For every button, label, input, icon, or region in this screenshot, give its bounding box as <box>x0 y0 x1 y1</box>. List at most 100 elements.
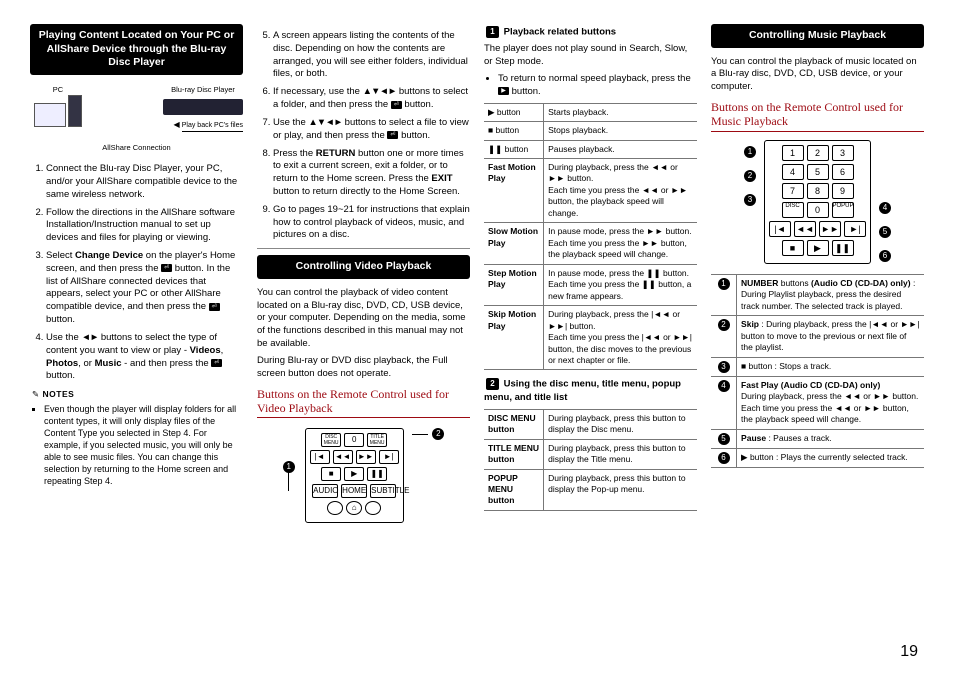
table-row: ■ buttonStops playback. <box>484 122 697 140</box>
key-title-menu: TITLE MENU <box>367 433 387 447</box>
callout-5: 5 <box>879 226 891 238</box>
step-4: Use the ◄► buttons to select the type of… <box>46 332 243 383</box>
column-4: Controlling Music Playback You can contr… <box>711 24 924 663</box>
key-skip-fwd: ►| <box>379 450 399 464</box>
step-5: A screen appears listing the contents of… <box>273 30 470 81</box>
note-icon: ✎ <box>32 389 40 399</box>
key-stop: ■ <box>782 240 804 256</box>
key-3: 3 <box>832 145 854 161</box>
callout-6: 6 <box>879 250 891 262</box>
music-remote-figure: 1 2 3 123 456 789 DISC0POPUP |◄◄◄►►►| ■▶… <box>711 140 924 264</box>
video-subhead: Buttons on the Remote Control used for V… <box>257 387 470 419</box>
step-6: If necessary, use the ▲▼◄► buttons to se… <box>273 86 470 112</box>
table-row: 4 Fast Play (Audio CD (CD-DA) only)Durin… <box>711 376 924 429</box>
play-icon: ▶ <box>498 87 509 95</box>
playback-buttons-table: ▶ buttonStarts playback. ■ buttonStops p… <box>484 103 697 371</box>
pc-icon <box>30 95 86 137</box>
key-2: 2 <box>807 145 829 161</box>
callout-3: 3 <box>744 194 756 206</box>
notes-list: Even though the player will display fold… <box>44 403 243 488</box>
key-pause: ❚❚ <box>832 240 854 256</box>
circle-key <box>365 501 381 515</box>
note-1: Even though the player will display fold… <box>44 403 243 488</box>
circle-key <box>327 501 343 515</box>
step-2: Follow the directions in the AllShare so… <box>46 207 243 245</box>
key-8: 8 <box>807 183 829 199</box>
figure-label-pc: PC <box>30 85 86 95</box>
video-intro-1: You can control the playback of video co… <box>257 287 470 351</box>
key-disc-menu: DISC MENU <box>321 433 341 447</box>
key-subtitle: SUBTITLE <box>370 484 396 498</box>
table-row: ▶ buttonStarts playback. <box>484 103 697 121</box>
section-1-title: 1 Playback related buttons <box>484 26 697 39</box>
column-1: Playing Content Located on Your PC or Al… <box>30 24 243 663</box>
key-6: 6 <box>832 164 854 180</box>
bluray-player-icon <box>163 99 243 115</box>
key-7: 7 <box>782 183 804 199</box>
table-row: 1 NUMBER buttons (Audio CD (CD-DA) only)… <box>711 274 924 315</box>
key-pause: ❚❚ <box>367 467 387 481</box>
remote-diagram: DISC MENU 0 TITLE MENU |◄ ◄◄ ►► ►| ■ <box>305 428 404 523</box>
key-home: HOME <box>341 484 367 498</box>
table-row: 5 Pause : Pauses a track. <box>711 429 924 448</box>
figure-arrow-label: Play back PC's files <box>182 121 243 132</box>
table-row: Fast Motion PlayDuring playback, press t… <box>484 158 697 222</box>
enter-icon: ⏎ <box>391 101 402 109</box>
key-audio: AUDIO <box>312 484 338 498</box>
music-buttons-table: 1 NUMBER buttons (Audio CD (CD-DA) only)… <box>711 274 924 468</box>
key-9: 9 <box>832 183 854 199</box>
step-8: Press the RETURN button one or more time… <box>273 148 470 199</box>
video-remote-figure: 1 DISC MENU 0 TITLE MENU |◄ ◄◄ ►► <box>257 428 470 523</box>
section-heading-allshare: Playing Content Located on Your PC or Al… <box>30 24 243 75</box>
key-play: ▶ <box>344 467 364 481</box>
content-columns: Playing Content Located on Your PC or Al… <box>30 24 924 663</box>
music-subhead: Buttons on the Remote Control used for M… <box>711 100 924 132</box>
home-icon: ⌂ <box>346 501 362 515</box>
table-row: Slow Motion PlayIn pause mode, press the… <box>484 223 697 264</box>
key-1: 1 <box>782 145 804 161</box>
key-stop: ■ <box>321 467 341 481</box>
right-callouts: 4 5 6 <box>877 140 893 262</box>
table-row: DISC MENU buttonDuring playback, press t… <box>484 409 697 439</box>
callout-2: 2 <box>432 428 444 440</box>
table-row: 6 ▶ button : Plays the currently selecte… <box>711 448 924 467</box>
step-7: Use the ▲▼◄► buttons to select a file to… <box>273 117 470 143</box>
key-skip-back: |◄ <box>769 221 791 237</box>
table-row: Step Motion PlayIn pause mode, press the… <box>484 264 697 305</box>
column-3: 1 Playback related buttons The player do… <box>484 24 697 663</box>
table-row: ❚❚ buttonPauses playback. <box>484 140 697 158</box>
key-rewind: ◄◄ <box>794 221 816 237</box>
key-0: 0 <box>807 202 829 218</box>
callout-1: 1 <box>744 146 756 158</box>
key-disc-menu: DISC <box>782 202 804 218</box>
left-right-arrows: ◄► <box>81 333 98 343</box>
callout-2: 2 <box>744 170 756 182</box>
page-number: 19 <box>900 643 918 661</box>
udlr-arrows: ▲▼◄► <box>308 118 342 128</box>
key-4: 4 <box>782 164 804 180</box>
left-callouts: 1 2 3 <box>742 140 758 206</box>
step-1: Connect the Blu-ray Disc Player, your PC… <box>46 163 243 201</box>
divider <box>257 248 470 249</box>
table-row: POPUP MENU buttonDuring playback, press … <box>484 469 697 510</box>
section-1-number: 1 <box>486 26 499 38</box>
numpad-diagram: 123 456 789 DISC0POPUP |◄◄◄►►►| ■▶❚❚ <box>764 140 871 264</box>
allshare-figure: PC Blu-ray Disc Player ◀ Play back PC's … <box>30 85 243 153</box>
key-play: ▶ <box>807 240 829 256</box>
enter-icon: ⏎ <box>387 131 398 139</box>
figure-label-bdp: Blu-ray Disc Player <box>163 85 243 95</box>
step-3: Select Change Device on the player's Hom… <box>46 250 243 327</box>
key-0: 0 <box>344 433 364 447</box>
key-popup: POPUP <box>832 202 854 218</box>
sec1-bullet-1: To return to normal speed playback, pres… <box>498 73 697 99</box>
key-5: 5 <box>807 164 829 180</box>
sec1-intro: The player does not play sound in Search… <box>484 43 697 69</box>
manual-page: Playing Content Located on Your PC or Al… <box>0 0 954 673</box>
notes-heading: ✎ NOTES <box>32 389 243 400</box>
section-heading-video: Controlling Video Playback <box>257 255 470 279</box>
key-skip-fwd: ►| <box>844 221 866 237</box>
column-2: A screen appears listing the contents of… <box>257 24 470 663</box>
udlr-arrows: ▲▼◄► <box>363 87 397 97</box>
callout-4: 4 <box>879 202 891 214</box>
enter-icon: ⏎ <box>211 359 222 367</box>
